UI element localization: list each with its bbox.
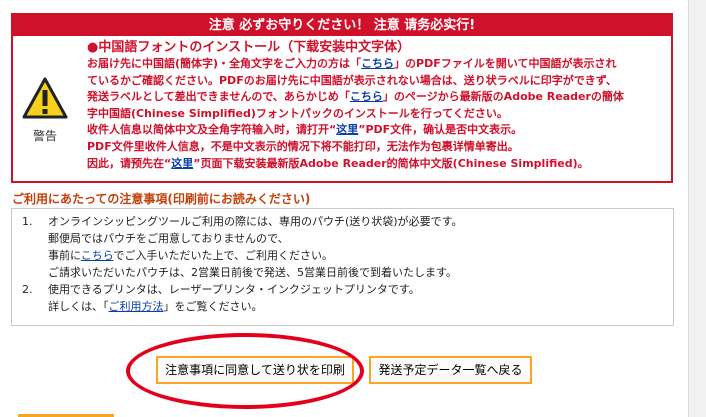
adobe-page-link-cn[interactable]: 这里: [171, 157, 193, 170]
warning-icon-label: 警告: [32, 129, 57, 143]
warning-line-5: 收件人信息以简体中文及全角字符输入时，请打开“这里”PDF文件，确认是否中文表示…: [87, 123, 523, 137]
note-text: 使用できるプリンタは、レーザープリンタ・インクジェットプリンタです。: [48, 283, 420, 296]
warning-line-7: 因此，请预先在“这里”页面下载安装最新版Adobe Reader的简体中文版(C…: [87, 156, 589, 170]
note-row: ご請求いただいたパウチは、2営業日前後で発送、5営業日前後で到着いたします。: [22, 264, 662, 281]
warning-panel: 注意 必ずお守りください！ 注意 请务必实行! 警告 ●中国語フォントのインスト…: [11, 13, 673, 183]
notes-title: ご利用にあたっての注意事項(印刷前にお読みください): [12, 192, 311, 206]
note-text: 事前にこちらでご入手いただいた上で、ご利用ください。: [48, 249, 334, 262]
warning-triangle-icon: [22, 77, 68, 119]
warning-line-4: 字中国語(Chinese Simplified)フォントパックのインストールを行…: [87, 106, 508, 120]
notes-list: 1. オンラインシッピングツールご利用の際には、専用のパウチ(送り状袋)が必要で…: [22, 213, 662, 315]
note-text: 詳しくは、「ご利用方法」をご覧ください。: [48, 300, 263, 313]
note-row: 郵便局ではパウチをご用意しておりませんので、: [22, 230, 662, 247]
note-text: オンラインシッピングツールご利用の際には、専用のパウチ(送り状袋)が必要です。: [48, 215, 463, 228]
note-row: 2. 使用できるプリンタは、レーザープリンタ・インクジェットプリンタです。: [22, 281, 662, 298]
note-text: ご請求いただいたパウチは、2営業日前後で発送、5営業日前後で到着いたします。: [48, 266, 457, 279]
warning-line-3: 発送ラベルとして差出できませんので、あらかじめ「こちら」のページから最新版のAd…: [87, 90, 624, 104]
adobe-page-link[interactable]: こちら: [350, 90, 383, 103]
agree-and-print-button[interactable]: 注意事項に同意して送り状を印刷: [156, 356, 354, 384]
note-row: 詳しくは、「ご利用方法」をご覧ください。: [22, 298, 662, 315]
note-number: 2.: [22, 283, 33, 296]
window-scrollbar[interactable]: [688, 0, 706, 417]
warning-icon-column: 警告: [19, 77, 71, 144]
warning-line-2: ているかご確認ください。PDFのお届け先に中国語が表示されない場合は、送り状ラベ…: [87, 73, 617, 87]
note-number: 1.: [22, 215, 33, 228]
warning-body: ●中国語フォントのインストール（下载安装中文字体） お届け先に中国語(簡体字)・…: [87, 39, 671, 172]
usage-guide-link[interactable]: ご利用方法: [109, 300, 164, 313]
pdf-link-cn[interactable]: 这里: [336, 123, 358, 136]
note-row: 事前にこちらでご入手いただいた上で、ご利用ください。: [22, 247, 662, 264]
warning-line-1: お届け先に中国語(簡体字)・全角文字をご入力の方は「こちら」のPDFファイルを開…: [87, 57, 617, 70]
note-row: 1. オンラインシッピングツールご利用の際には、専用のパウチ(送り状袋)が必要で…: [22, 213, 662, 230]
warning-line-6: PDF文件里收件人信息，不是中文表示的情况下将不能打印，无法作为包裹详情单寄出。: [87, 139, 519, 153]
warning-header: 注意 必ずお守りください！ 注意 请务必实行!: [13, 15, 671, 36]
back-to-shipping-list-button[interactable]: 発送予定データ一覧へ戻る: [369, 356, 532, 384]
pouch-request-link[interactable]: こちら: [81, 249, 114, 262]
pdf-link-1[interactable]: こちら: [361, 57, 394, 70]
notes-panel: 1. オンラインシッピングツールご利用の際には、専用のパウチ(送り状袋)が必要で…: [11, 208, 674, 326]
font-install-title: ●中国語フォントのインストール（下载安装中文字体）: [87, 40, 411, 55]
note-text: 郵便局ではパウチをご用意しておりませんので、: [48, 232, 289, 245]
